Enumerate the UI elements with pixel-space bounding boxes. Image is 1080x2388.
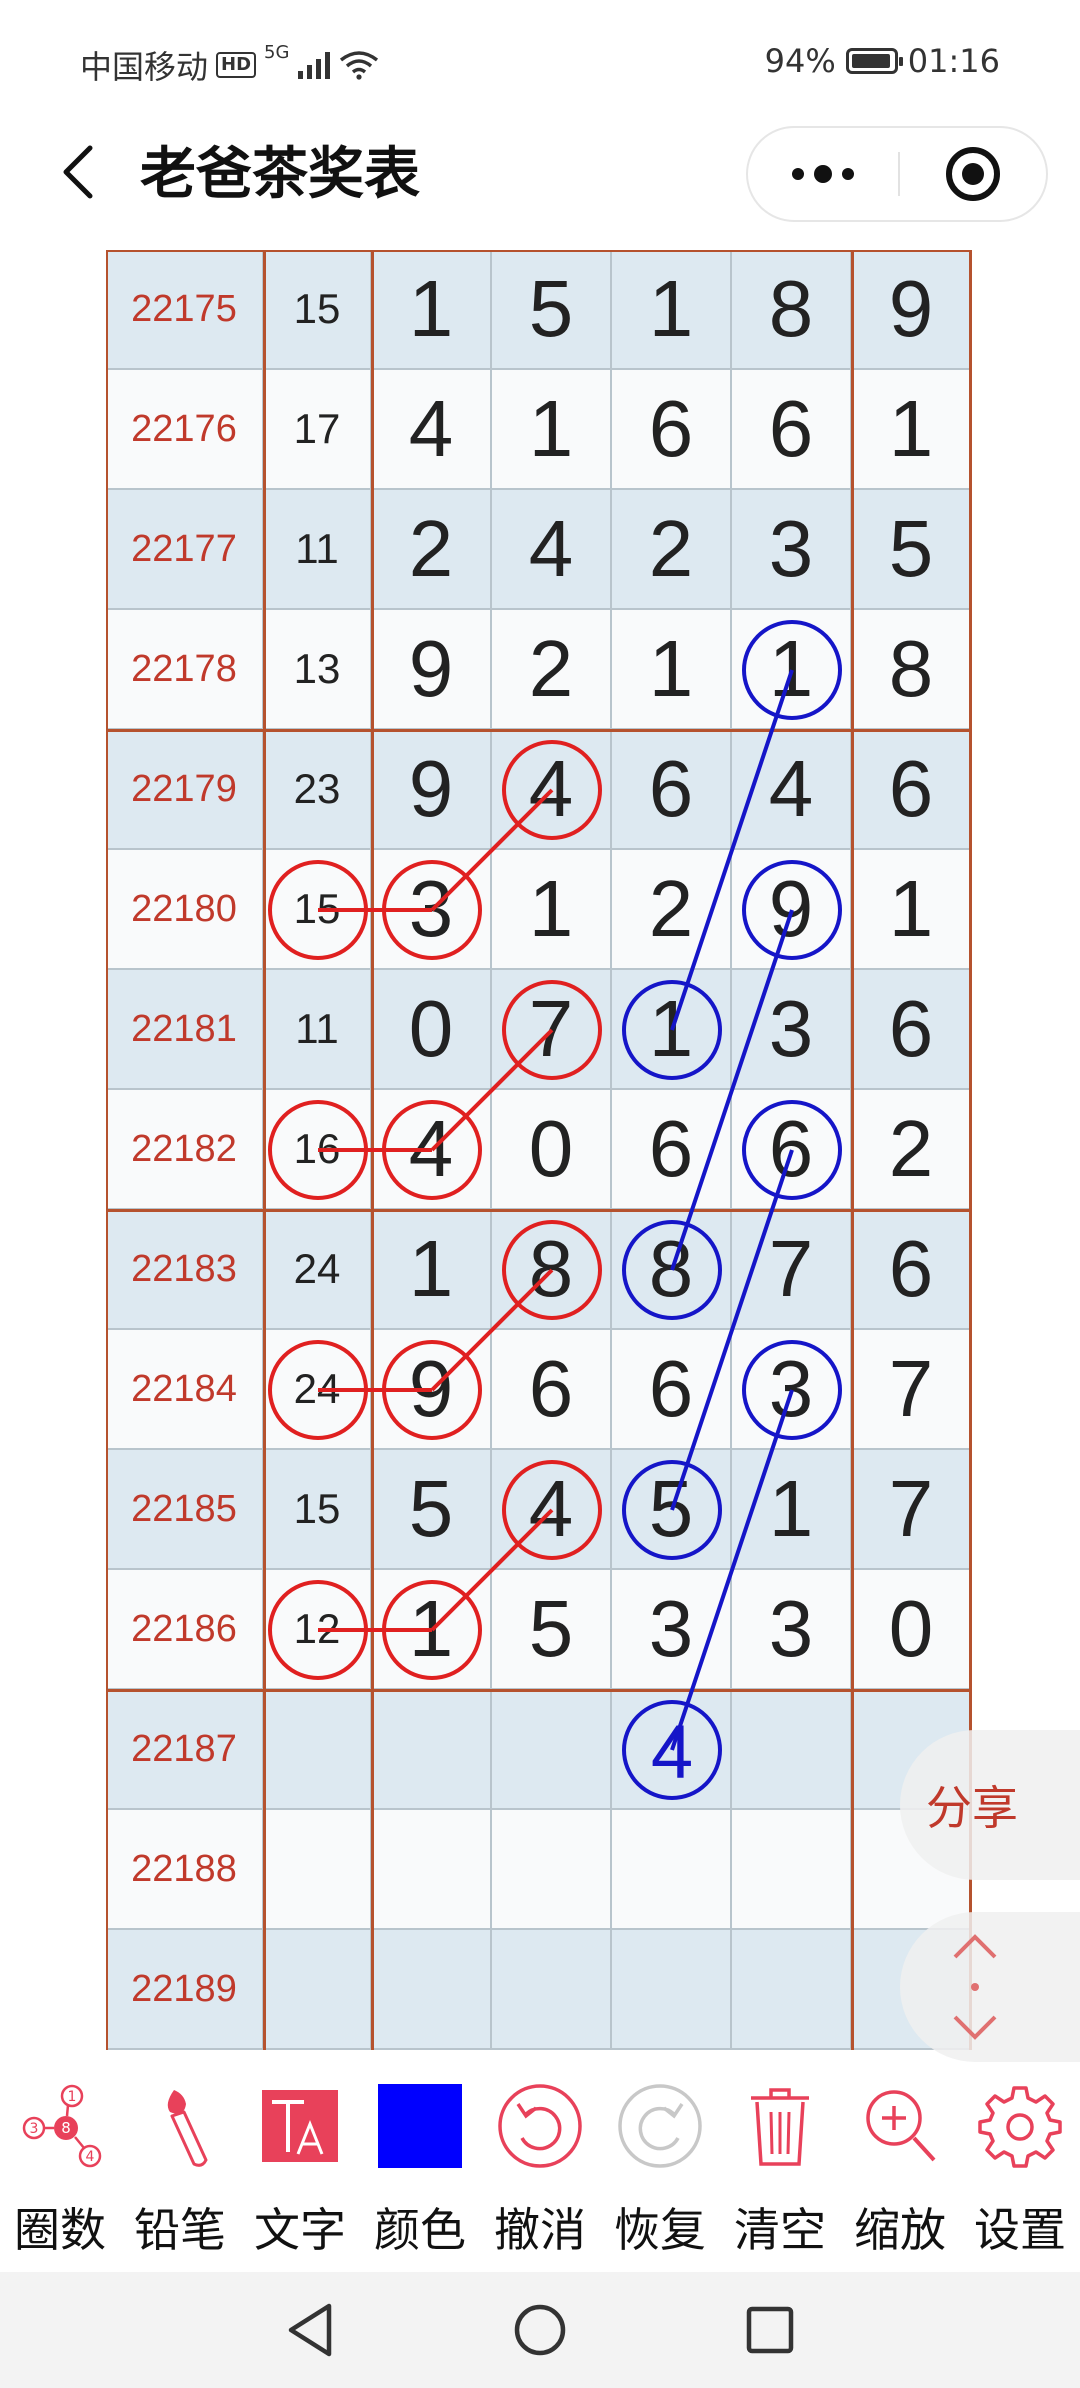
carrier-name: 中国移动	[80, 48, 209, 86]
page-title: 老爸茶奖表	[140, 142, 420, 207]
system-navigation-bar	[0, 2272, 1080, 2388]
circle-number-icon: 1 3 84	[0, 2082, 120, 2170]
drawing-toolbar: 1 3 8 4 圈数 铅笔 文字 颜色 撤消 恢复 清空 缩放 设置	[0, 2062, 1080, 2272]
tool-label: 圈数	[14, 2203, 106, 2257]
clock: 01:16	[907, 42, 1000, 80]
tool-text-button[interactable]: 文字	[240, 2062, 360, 2272]
triangle-back-icon	[288, 2303, 332, 2357]
wifi-icon	[340, 51, 379, 80]
system-home-button[interactable]	[500, 2294, 580, 2366]
more-dots-icon	[792, 165, 854, 183]
share-button[interactable]: 分享	[900, 1730, 1080, 1880]
scroll-toggle-button[interactable]	[900, 1912, 1080, 2062]
tool-color-button[interactable]: 颜色	[360, 2062, 480, 2272]
svg-text:3: 3	[30, 2121, 39, 2137]
scroll-arrows-icon	[953, 1934, 997, 2040]
blue-connector-line	[670, 1149, 794, 1511]
svg-text:1: 1	[68, 2089, 77, 2105]
chevron-left-icon	[63, 145, 93, 199]
tool-zoom-button[interactable]: 缩放	[840, 2062, 960, 2272]
status-left: 中国移动 HD 5G	[80, 42, 379, 88]
trash-icon	[720, 2082, 840, 2170]
status-right: 94% 01:16	[765, 42, 1000, 80]
signal-icon	[298, 52, 331, 79]
nav-bar: 老爸茶奖表	[0, 120, 1080, 230]
tool-label: 撤消	[494, 2203, 586, 2257]
tool-label: 恢复	[614, 2203, 706, 2257]
tool-redo-button[interactable]: 恢复	[600, 2062, 720, 2272]
tool-pencil-button[interactable]: 铅笔	[120, 2062, 240, 2272]
lottery-table[interactable]: 22175 15 1 5 1 8 9 22176 17 4 1 6 6 1 22177 11 2 4 2 3 5 2217…	[106, 250, 972, 2050]
battery-icon	[845, 48, 903, 74]
red-connector-line	[430, 1028, 554, 1152]
tool-label: 缩放	[854, 2203, 946, 2257]
blue-circle-text: 4	[651, 1710, 693, 1795]
gear-icon	[960, 2082, 1080, 2170]
redo-icon	[600, 2082, 720, 2170]
svg-text:8: 8	[61, 2119, 71, 2137]
mini-program-capsule	[746, 126, 1048, 222]
red-connector-line	[430, 1508, 554, 1632]
target-close-icon	[946, 147, 1000, 201]
text-icon	[240, 2082, 360, 2170]
tool-settings-button[interactable]: 设置	[960, 2062, 1080, 2272]
red-connector-line	[430, 788, 554, 912]
tool-undo-button[interactable]: 撤消	[480, 2062, 600, 2272]
color-swatch-icon	[360, 2082, 480, 2170]
square-recents-icon	[746, 2306, 794, 2354]
share-label: 分享	[926, 1781, 1018, 1835]
tool-label: 文字	[254, 2203, 346, 2257]
blue-connector-line	[670, 909, 794, 1271]
blue-connector-line	[670, 1389, 794, 1751]
tool-circle-button[interactable]: 1 3 8 4 圈数	[0, 2062, 120, 2272]
svg-text:4: 4	[86, 2149, 95, 2165]
hd-badge: HD	[216, 52, 257, 78]
tool-label: 清空	[734, 2203, 826, 2257]
blue-connector-line	[670, 669, 794, 1031]
brush-icon	[120, 2082, 240, 2170]
battery-percent: 94%	[764, 42, 836, 80]
network-type: 5G	[264, 42, 290, 63]
more-button[interactable]	[748, 128, 898, 220]
circle-home-icon	[514, 2304, 566, 2356]
zoom-in-icon	[840, 2082, 960, 2170]
status-bar: 中国移动 HD 5G 94% 01:16	[0, 0, 1080, 130]
tool-clear-button[interactable]: 清空	[720, 2062, 840, 2272]
undo-icon	[480, 2082, 600, 2170]
back-button[interactable]	[48, 142, 108, 202]
tool-label: 设置	[974, 2203, 1066, 2257]
annotation-overlay: 4	[268, 620, 842, 1800]
tool-label: 颜色	[374, 2203, 466, 2257]
system-back-button[interactable]	[270, 2294, 350, 2366]
red-connector-line	[430, 1268, 554, 1392]
close-mini-program-button[interactable]	[900, 128, 1046, 220]
tool-label: 铅笔	[134, 2203, 226, 2257]
system-recents-button[interactable]	[730, 2294, 810, 2366]
